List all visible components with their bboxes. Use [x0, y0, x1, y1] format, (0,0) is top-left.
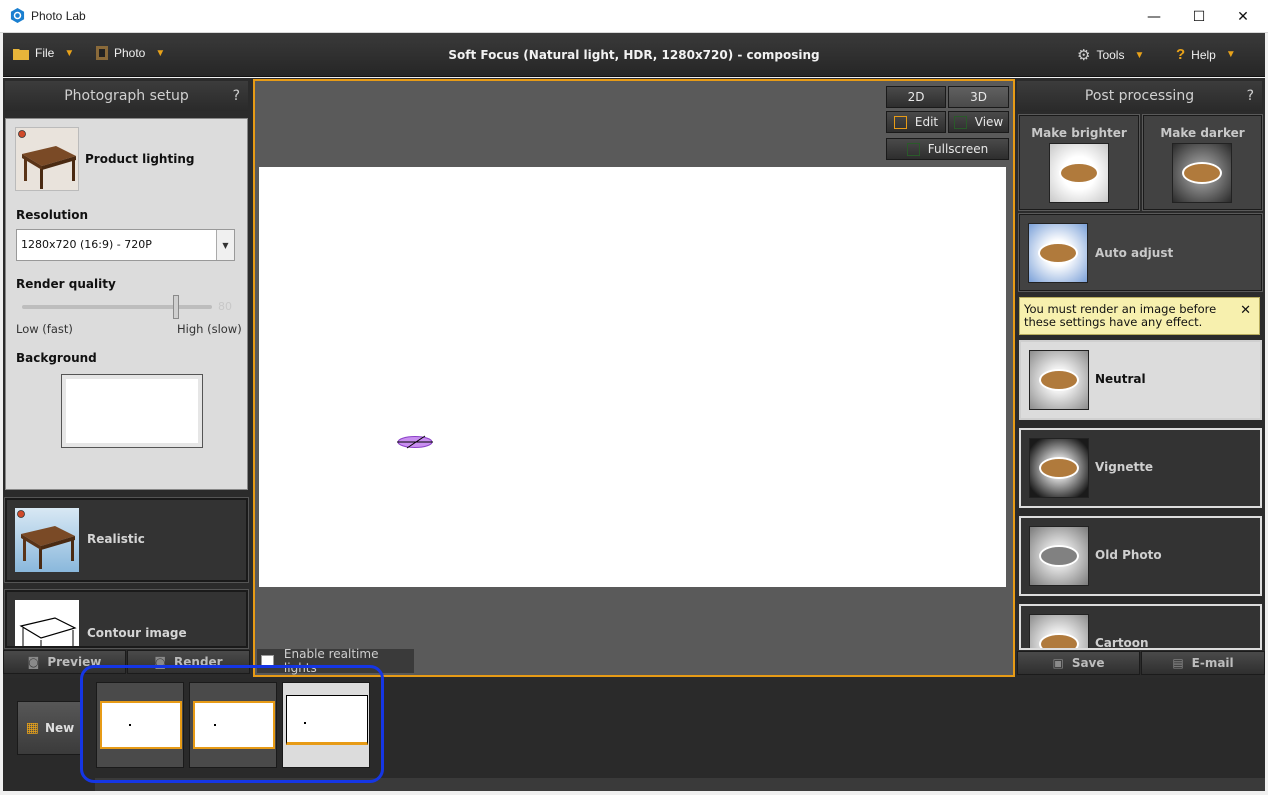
tools-menu[interactable]: ⚙ Tools ▼: [1077, 46, 1144, 64]
background-label: Background: [16, 351, 97, 365]
filter-label: Vignette: [1095, 460, 1154, 474]
help-icon[interactable]: ?: [1247, 88, 1254, 104]
help-menu-label: Help: [1191, 47, 1216, 62]
quality-low-label: Low (fast): [16, 322, 73, 336]
email-label: E-mail: [1191, 656, 1234, 670]
fullscreen-label: Fullscreen: [927, 142, 989, 156]
realistic-thumbnail: [15, 508, 79, 572]
filter-cartoon[interactable]: Cartoon: [1019, 604, 1262, 650]
help-icon[interactable]: ?: [233, 88, 240, 104]
make-darker-button[interactable]: Make darker: [1142, 114, 1263, 211]
filter-label: Neutral: [1095, 372, 1146, 386]
minimize-button[interactable]: —: [1131, 0, 1177, 33]
table-icon: [18, 130, 76, 189]
style-contour[interactable]: Contour image: [4, 589, 249, 649]
window-title: Photo Lab: [31, 9, 86, 23]
help-menu[interactable]: ? Help ▼: [1176, 46, 1236, 63]
background-swatch[interactable]: [61, 374, 203, 448]
neutral-preview-icon: [1029, 350, 1089, 410]
menu-bar: File ▼ Photo ▼ Soft Focus (Natural light…: [3, 33, 1265, 77]
vignette-preview-icon: [1029, 438, 1089, 498]
panel-title: Photograph setup: [64, 88, 189, 104]
photograph-setup-header: Photograph setup ?: [5, 81, 248, 111]
make-brighter-label: Make brighter: [1031, 126, 1127, 140]
close-button[interactable]: ✕: [1220, 0, 1266, 33]
chevron-down-icon: ▼: [1225, 49, 1236, 60]
app-logo-icon: [10, 8, 25, 23]
slider-handle[interactable]: [173, 295, 179, 319]
view-checkbox-icon: [953, 115, 967, 129]
contour-thumbnail: [15, 600, 79, 646]
edit-label: Edit: [914, 115, 939, 129]
fullscreen-checkbox-icon: [906, 142, 920, 156]
render-required-tooltip: You must render an image before these se…: [1019, 297, 1260, 335]
brighter-preview-icon: [1049, 143, 1109, 203]
view-3d-label: 3D: [970, 90, 987, 104]
render-quality-label: Render quality: [16, 277, 116, 291]
save-label: Save: [1071, 656, 1105, 670]
chevron-down-icon: ▼: [1134, 49, 1145, 61]
view-3d-button[interactable]: 3D: [948, 86, 1009, 108]
floppy-icon: ▣: [1052, 656, 1064, 670]
tools-menu-label: Tools: [1096, 48, 1125, 62]
thumbnail-highlight: [80, 665, 384, 783]
table-outline-icon: [19, 617, 77, 646]
add-photo-icon: ▦: [25, 720, 39, 736]
new-photo-button[interactable]: ▦ New: [17, 701, 83, 755]
tooltip-text: You must render an image before these se…: [1024, 302, 1217, 329]
filter-neutral[interactable]: Neutral: [1019, 340, 1262, 420]
view-label: View: [974, 115, 1004, 129]
lighting-label: Product lighting: [85, 152, 195, 166]
cartoon-preview-icon: [1029, 614, 1089, 648]
resolution-value: 1280x720 (16:9) - 720P: [21, 238, 152, 251]
edit-toggle[interactable]: Edit: [886, 111, 946, 133]
make-brighter-button[interactable]: Make brighter: [1018, 114, 1140, 211]
auto-adjust-label: Auto adjust: [1095, 246, 1174, 260]
filter-label: Old Photo: [1095, 548, 1162, 562]
maximize-button[interactable]: ☐: [1176, 0, 1222, 33]
save-button[interactable]: ▣ Save: [1017, 651, 1140, 675]
title-bar: Photo Lab — ☐ ✕: [0, 0, 1268, 33]
style-label: Contour image: [87, 626, 187, 640]
table-icon: [17, 510, 75, 569]
help-icon: ?: [1176, 46, 1186, 63]
maximize-icon: ☐: [1192, 8, 1206, 25]
old-photo-preview-icon: [1029, 526, 1089, 586]
make-darker-label: Make darker: [1160, 126, 1245, 140]
style-realistic[interactable]: Realistic: [4, 497, 249, 583]
gear-icon: ⚙: [1077, 47, 1091, 64]
resolution-label: Resolution: [16, 208, 89, 222]
email-icon: ▤: [1172, 656, 1184, 670]
resolution-select[interactable]: 1280x720 (16:9) - 720P ▼: [16, 229, 235, 261]
minimize-icon: —: [1147, 8, 1161, 25]
filter-old-photo[interactable]: Old Photo: [1019, 516, 1262, 596]
close-icon: ✕: [1237, 8, 1249, 25]
view-2d-label: 2D: [907, 90, 925, 104]
magic-wand-icon: [1028, 223, 1088, 283]
table-thumbnail[interactable]: [15, 127, 79, 191]
filter-label: Cartoon: [1095, 636, 1149, 650]
view-2d-button[interactable]: 2D: [886, 86, 946, 108]
email-button[interactable]: ▤ E-mail: [1141, 651, 1265, 675]
panel-title: Post processing: [1084, 88, 1195, 104]
edit-checkbox-icon: [893, 115, 907, 129]
light-gizmo-icon[interactable]: [395, 433, 435, 451]
document-title: Soft Focus (Natural light, HDR, 1280x720…: [448, 48, 820, 62]
close-icon[interactable]: ✕: [1240, 304, 1251, 317]
filter-vignette[interactable]: Vignette: [1019, 428, 1262, 508]
auto-adjust-button[interactable]: Auto adjust: [1018, 213, 1263, 292]
style-label: Realistic: [87, 532, 145, 546]
quality-high-label: High (slow): [177, 322, 242, 336]
new-label: New: [44, 721, 75, 735]
view-toggle[interactable]: View: [948, 111, 1009, 133]
render-quality-slider[interactable]: [22, 305, 212, 309]
scene-canvas[interactable]: [259, 167, 1006, 587]
darker-preview-icon: [1172, 143, 1232, 203]
render-quality-value: 80: [218, 300, 232, 313]
camera-icon: ◙: [27, 655, 40, 669]
fullscreen-toggle[interactable]: Fullscreen: [886, 138, 1009, 160]
chevron-down-icon[interactable]: ▼: [216, 230, 234, 260]
post-processing-header: Post processing ?: [1017, 81, 1262, 111]
